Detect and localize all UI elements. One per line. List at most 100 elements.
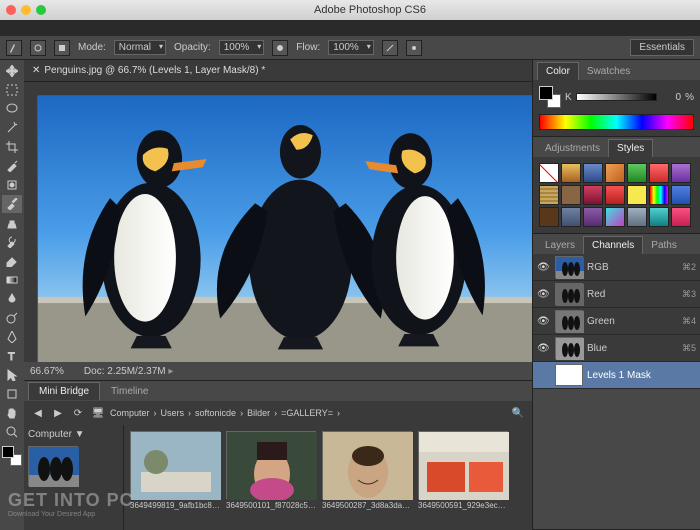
k-slider[interactable] [576, 93, 657, 101]
bridge-side-label[interactable]: Computer [28, 429, 72, 440]
size-pressure-icon[interactable] [406, 40, 422, 56]
brush-tool-icon[interactable] [2, 195, 22, 213]
bridge-computer-icon[interactable]: 🖥 [90, 405, 106, 421]
style-swatch[interactable] [605, 163, 625, 183]
pen-tool-icon[interactable] [2, 328, 22, 346]
path-selection-tool-icon[interactable] [2, 366, 22, 384]
visibility-icon[interactable]: 👁 [537, 289, 551, 300]
close-window-icon[interactable] [6, 5, 16, 15]
canvas-area[interactable] [24, 82, 532, 362]
dodge-tool-icon[interactable] [2, 309, 22, 327]
style-swatch[interactable] [561, 163, 581, 183]
document-canvas[interactable] [38, 96, 532, 362]
style-swatch[interactable] [539, 163, 559, 183]
style-swatch[interactable] [605, 207, 625, 227]
tab-timeline[interactable]: Timeline [100, 382, 159, 401]
mode-select[interactable]: Normal [114, 40, 166, 55]
chevron-right-icon[interactable]: ▸ [168, 366, 173, 377]
history-brush-tool-icon[interactable] [2, 233, 22, 251]
style-swatch[interactable] [583, 163, 603, 183]
channel-row-blue[interactable]: 👁 Blue ⌘5 [533, 335, 700, 362]
style-swatch[interactable] [649, 207, 669, 227]
flow-input[interactable]: 100% [328, 40, 374, 55]
style-swatch[interactable] [539, 207, 559, 227]
color-swatches[interactable] [2, 446, 22, 466]
opacity-label: Opacity: [174, 42, 211, 53]
fg-bg-swatch[interactable] [539, 86, 561, 108]
style-swatch[interactable] [671, 207, 691, 227]
zoom-window-icon[interactable] [36, 5, 46, 15]
style-swatch[interactable] [671, 163, 691, 183]
channel-row-mask[interactable]: Levels 1 Mask [533, 362, 700, 389]
bridge-thumb[interactable]: 3649500287_3d8a3da40e Softoni.. [322, 431, 412, 524]
channel-row-red[interactable]: 👁 Red ⌘3 [533, 281, 700, 308]
move-tool-icon[interactable] [2, 62, 22, 80]
brush-preset-icon[interactable] [30, 40, 46, 56]
visibility-icon[interactable]: 👁 [537, 316, 551, 327]
opacity-pressure-icon[interactable] [272, 40, 288, 56]
bridge-boomerang-icon[interactable]: ⟳ [70, 405, 86, 421]
eyedropper-tool-icon[interactable] [2, 157, 22, 175]
document-tab[interactable]: ✕ Penguins.jpg @ 66.7% (Levels 1, Layer … [24, 60, 532, 82]
style-swatch[interactable] [649, 185, 669, 205]
style-swatch[interactable] [583, 185, 603, 205]
bridge-thumb[interactable]: 3649500591_929e3ec27b So.. [418, 431, 508, 524]
tab-styles[interactable]: Styles [608, 139, 653, 157]
window-title: Adobe Photoshop CS6 [46, 4, 694, 16]
style-swatch[interactable] [561, 185, 581, 205]
eraser-tool-icon[interactable] [2, 252, 22, 270]
gradient-tool-icon[interactable] [2, 271, 22, 289]
channel-row-green[interactable]: 👁 Green ⌘4 [533, 308, 700, 335]
color-spectrum[interactable] [539, 114, 694, 130]
minimize-window-icon[interactable] [21, 5, 31, 15]
pct-label: % [685, 92, 694, 103]
blur-tool-icon[interactable] [2, 290, 22, 308]
zoom-tool-icon[interactable] [2, 423, 22, 441]
style-swatch[interactable] [649, 163, 669, 183]
tab-layers[interactable]: Layers [537, 237, 583, 254]
search-icon[interactable]: 🔍 [510, 405, 526, 421]
visibility-icon[interactable]: 👁 [537, 262, 551, 273]
style-swatch[interactable] [671, 185, 691, 205]
crop-tool-icon[interactable] [2, 138, 22, 156]
ruler-vertical[interactable] [24, 96, 38, 362]
workspace-switcher[interactable]: Essentials [630, 39, 694, 56]
tab-paths[interactable]: Paths [643, 237, 685, 254]
bridge-breadcrumb[interactable]: Computer› Users› softonicde› Bilder› =GA… [110, 408, 340, 418]
styles-grid [533, 157, 700, 233]
tab-color[interactable]: Color [537, 62, 579, 80]
tool-preset-icon[interactable] [6, 40, 22, 56]
magic-wand-tool-icon[interactable] [2, 119, 22, 137]
tab-swatches[interactable]: Swatches [579, 63, 638, 80]
style-swatch[interactable] [627, 163, 647, 183]
type-tool-icon[interactable]: T [2, 347, 22, 365]
visibility-icon[interactable]: 👁 [537, 343, 551, 354]
bridge-forward-icon[interactable]: ▶ [50, 405, 66, 421]
style-swatch[interactable] [627, 185, 647, 205]
marquee-tool-icon[interactable] [2, 81, 22, 99]
style-swatch[interactable] [627, 207, 647, 227]
hand-tool-icon[interactable] [2, 404, 22, 422]
bridge-back-icon[interactable]: ◀ [30, 405, 46, 421]
opacity-input[interactable]: 100% [219, 40, 265, 55]
app-menubar[interactable] [0, 20, 700, 36]
style-swatch[interactable] [561, 207, 581, 227]
style-swatch[interactable] [583, 207, 603, 227]
bridge-thumb[interactable]: 3649499819_9afb1bc8bd Softonic.. [130, 431, 220, 524]
airbrush-icon[interactable] [382, 40, 398, 56]
style-swatch[interactable] [539, 185, 559, 205]
tab-adjustments[interactable]: Adjustments [537, 140, 608, 157]
healing-brush-tool-icon[interactable] [2, 176, 22, 194]
brush-panel-icon[interactable] [54, 40, 70, 56]
lasso-tool-icon[interactable] [2, 100, 22, 118]
tab-mini-bridge[interactable]: Mini Bridge [28, 382, 100, 400]
shape-tool-icon[interactable] [2, 385, 22, 403]
clone-stamp-tool-icon[interactable] [2, 214, 22, 232]
zoom-level[interactable]: 66.67% [30, 366, 64, 377]
ruler-horizontal[interactable] [38, 82, 532, 96]
style-swatch[interactable] [605, 185, 625, 205]
bridge-thumb[interactable]: 3649500101_f87028c5dc Softoni.. [226, 431, 316, 524]
k-value[interactable]: 0 [661, 92, 681, 103]
tab-channels[interactable]: Channels [583, 236, 643, 254]
channel-row-rgb[interactable]: 👁 RGB ⌘2 [533, 254, 700, 281]
